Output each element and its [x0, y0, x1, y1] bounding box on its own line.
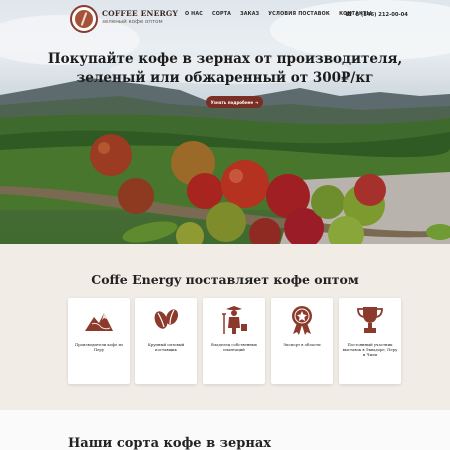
learn-more-button[interactable]: Узнать подробнее ➔	[206, 96, 263, 108]
hero-title-line1: Покупайте кофе в зернах от производителя…	[47, 51, 403, 67]
hero-title: Покупайте кофе в зернах от производителя…	[0, 50, 450, 88]
feature-card-plantations: Владелец собственных плантаций	[203, 298, 265, 384]
phone-icon: ☎	[345, 11, 353, 18]
hero-image	[0, 0, 450, 244]
farmer-icon	[222, 306, 247, 334]
brand-tagline: зеленый кофе оптом	[102, 19, 163, 25]
hero-section: COFFEE ENERGY зеленый кофе оптом О НАС С…	[0, 0, 450, 244]
phone-link[interactable]: ☎ 8 (846) 212-00-04	[345, 11, 408, 18]
feature-card-exhibitions: Постоянный участник выставок в Эквадоре,…	[339, 298, 401, 384]
feature-text: Экспорт в области	[283, 342, 321, 347]
varieties-title: Наши сорта кофе в зернах	[68, 436, 272, 450]
trophy-icon	[357, 307, 383, 333]
award-icon	[292, 306, 312, 335]
feature-text: Крупный оптовый поставщик	[147, 342, 185, 352]
learn-more-label: Узнать подробнее	[210, 99, 254, 105]
coffee-beans-icon	[154, 309, 179, 329]
hero-title-line2: зеленый или обжаренный от 300₽/кг	[76, 70, 374, 86]
coffee-bean-logo-icon	[75, 10, 93, 28]
arrow-right-icon: ➔	[255, 99, 259, 105]
nav-item-varieties[interactable]: СОРТА	[212, 12, 231, 17]
feature-card-export: Экспорт в области	[271, 298, 333, 384]
feature-text: Постоянный участник выставок в Эквадоре,…	[342, 342, 398, 357]
feature-card-producers: Производители кофе из Перу	[68, 298, 130, 384]
mountain-icon	[85, 313, 113, 331]
nav-item-about[interactable]: О НАС	[185, 12, 203, 17]
logo[interactable]	[70, 5, 98, 33]
nav-item-order[interactable]: ЗАКАЗ	[240, 12, 259, 17]
feature-text: Владелец собственных плантаций	[211, 342, 257, 352]
feature-card-wholesale: Крупный оптовый поставщик	[135, 298, 197, 384]
phone-number: 8 (846) 212-00-04	[355, 11, 408, 18]
feature-text: Производители кофе из Перу	[74, 342, 124, 352]
nav-item-delivery[interactable]: УСЛОВИЯ ПОСТАВОК	[268, 12, 330, 17]
main-nav: О НАС СОРТА ЗАКАЗ УСЛОВИЯ ПОСТАВОК КОНТА…	[185, 12, 372, 17]
features-title: Coffe Energy поставляет кофе оптом	[91, 272, 359, 287]
brand-name: COFFEE ENERGY	[102, 9, 179, 18]
